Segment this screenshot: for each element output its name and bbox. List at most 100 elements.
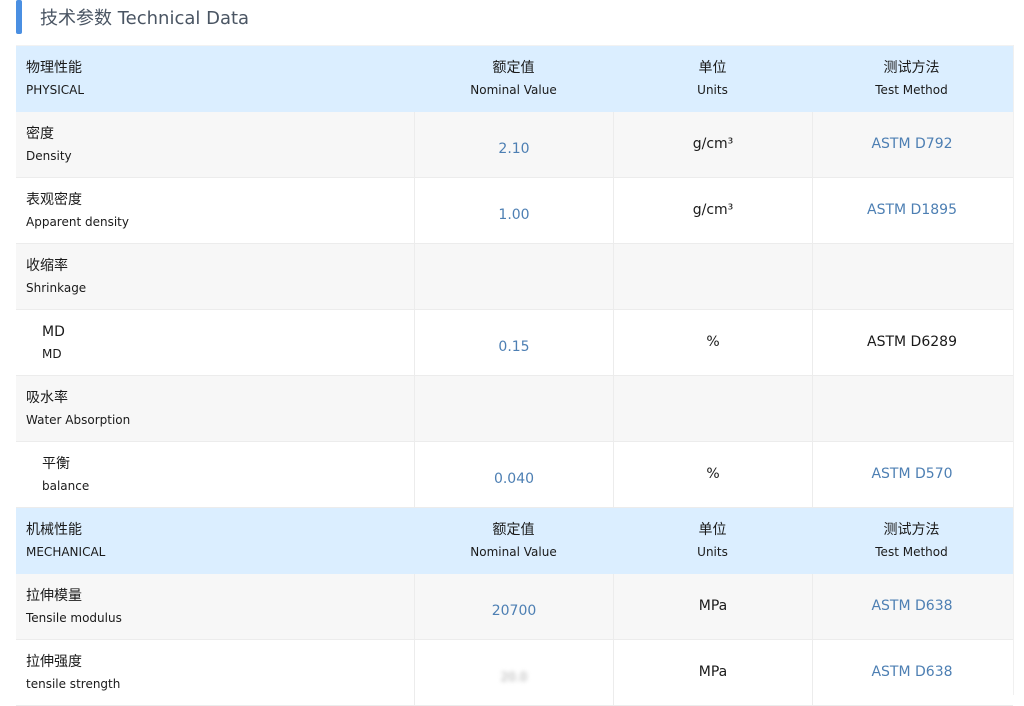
header-property-zh: 物理性能 [26,60,82,76]
header-method: 测试方法 Test Method [812,508,1011,573]
section-title: 技术参数 Technical Data [40,8,250,29]
test-method-link[interactable]: ASTM D792 [871,136,952,154]
test-method-cell [812,244,1011,309]
header-units-zh: 单位 [698,522,727,538]
property-name-en: balance [42,479,90,493]
unit-cell [613,376,812,441]
header-nominal-zh: 额定值 [492,60,535,76]
section-header: 技术参数 Technical Data [16,0,1013,34]
nominal-value-obscured: 20.0 [500,669,528,684]
header-units: 单位 Units [613,508,812,573]
test-method-cell: ASTM D638 [812,574,1011,639]
header-nominal-zh: 额定值 [492,522,535,538]
property-name-en: Density [26,149,72,163]
property-cell: 平衡 balance [16,442,414,507]
unit: MPa [698,597,728,614]
nominal-value-cell: 0.040 [414,442,613,507]
test-method-cell [812,376,1011,441]
header-method-zh: 测试方法 [883,60,940,76]
nominal-value-cell: 0.15 [414,310,613,375]
property-name-zh: 平衡 [42,456,70,472]
unit: % [706,333,720,350]
header-property: 机械性能 MECHANICAL [16,508,414,573]
header-property-en: MECHANICAL [26,545,106,559]
header-nominal-en: Nominal Value [470,83,557,97]
header-property: 物理性能 PHYSICAL [16,46,414,111]
property-name-zh: 拉伸强度 [26,654,82,670]
table-row-tensile-modulus: 拉伸模量 Tensile modulus 20700 MPa ASTM D638 [16,574,1013,640]
technical-data-page: { "section": { "title": "技术参数 Technical … [0,0,1024,706]
table-row-shrinkage: 收缩率 Shrinkage [16,244,1013,310]
header-method: 测试方法 Test Method [812,46,1011,111]
property-cell: 表观密度 Apparent density [16,178,414,243]
nominal-value: 1.00 [498,206,530,223]
test-method-link[interactable]: ASTM D638 [871,664,952,682]
unit-cell: g/cm³ [613,112,812,177]
unit-cell [613,244,812,309]
nominal-value-cell: 2.10 [414,112,613,177]
test-method-link[interactable]: ASTM D570 [871,466,952,484]
test-method-cell: ASTM D570 [812,442,1011,507]
nominal-value-cell [414,376,613,441]
property-cell: 密度 Density [16,112,414,177]
property-cell: 吸水率 Water Absorption [16,376,414,441]
nominal-value-cell: 20700 [414,574,613,639]
nominal-value: 0.15 [498,338,530,355]
unit-cell: % [613,310,812,375]
test-method-cell: ASTM D638 [812,640,1011,705]
property-name-en: Shrinkage [26,281,87,295]
table-row-water-absorption: 吸水率 Water Absorption [16,376,1013,442]
property-name-en: MD [42,347,62,361]
table-header-physical: 物理性能 PHYSICAL 额定值 Nominal Value 单位 Units… [16,46,1013,112]
unit-cell: MPa [613,640,812,705]
table-row-apparent-density: 表观密度 Apparent density 1.00 g/cm³ ASTM D1… [16,178,1013,244]
property-name-zh: MD [42,324,65,340]
header-method-en: Test Method [875,83,948,97]
header-property-en: PHYSICAL [26,83,85,97]
property-name-en: Water Absorption [26,413,131,427]
nominal-value-cell [414,244,613,309]
table-row-balance: 平衡 balance 0.040 % ASTM D570 [16,442,1013,508]
unit-cell: g/cm³ [613,178,812,243]
header-property-zh: 机械性能 [26,522,82,538]
table-row-density: 密度 Density 2.10 g/cm³ ASTM D792 [16,112,1013,178]
nominal-value-cell: 20.0 [414,640,613,705]
unit: MPa [698,663,728,680]
test-method-link[interactable]: ASTM D638 [871,598,952,616]
table-header-mechanical: 机械性能 MECHANICAL 额定值 Nominal Value 单位 Uni… [16,508,1013,574]
property-name-zh: 拉伸模量 [26,588,82,604]
unit: % [706,465,720,482]
test-method-cell: ASTM D1895 [812,178,1011,243]
nominal-value: 0.040 [493,470,535,487]
header-units-zh: 单位 [698,60,727,76]
property-cell: 收缩率 Shrinkage [16,244,414,309]
property-name-zh: 密度 [26,126,54,142]
property-name-en: tensile strength [26,677,121,691]
technical-data-table: 物理性能 PHYSICAL 额定值 Nominal Value 单位 Units… [16,45,1013,706]
header-units-en: Units [697,545,728,559]
property-name-zh: 收缩率 [26,258,68,274]
test-method-link[interactable]: ASTM D1895 [867,202,957,220]
header-nominal-en: Nominal Value [470,545,557,559]
header-method-en: Test Method [875,545,948,559]
test-method-text: ASTM D6289 [867,333,957,350]
property-cell: 拉伸模量 Tensile modulus [16,574,414,639]
header-nominal: 额定值 Nominal Value [414,508,613,573]
unit-cell: % [613,442,812,507]
table-right-border [1013,45,1014,695]
unit-cell: MPa [613,574,812,639]
property-name-zh: 表观密度 [26,192,82,208]
header-nominal: 额定值 Nominal Value [414,46,613,111]
table-row-tensile-strength: 拉伸强度 tensile strength 20.0 MPa ASTM D638 [16,640,1013,706]
property-name-en: Tensile modulus [26,611,122,625]
header-units-en: Units [697,83,728,97]
header-method-zh: 测试方法 [883,522,940,538]
property-name-en: Apparent density [26,215,129,229]
table-row-md: MD MD 0.15 % ASTM D6289 [16,310,1013,376]
test-method-cell: ASTM D6289 [812,310,1011,375]
section-accent-bar [16,0,22,34]
header-units: 单位 Units [613,46,812,111]
property-cell: MD MD [16,310,414,375]
unit: g/cm³ [692,201,734,218]
property-name-zh: 吸水率 [26,390,68,406]
